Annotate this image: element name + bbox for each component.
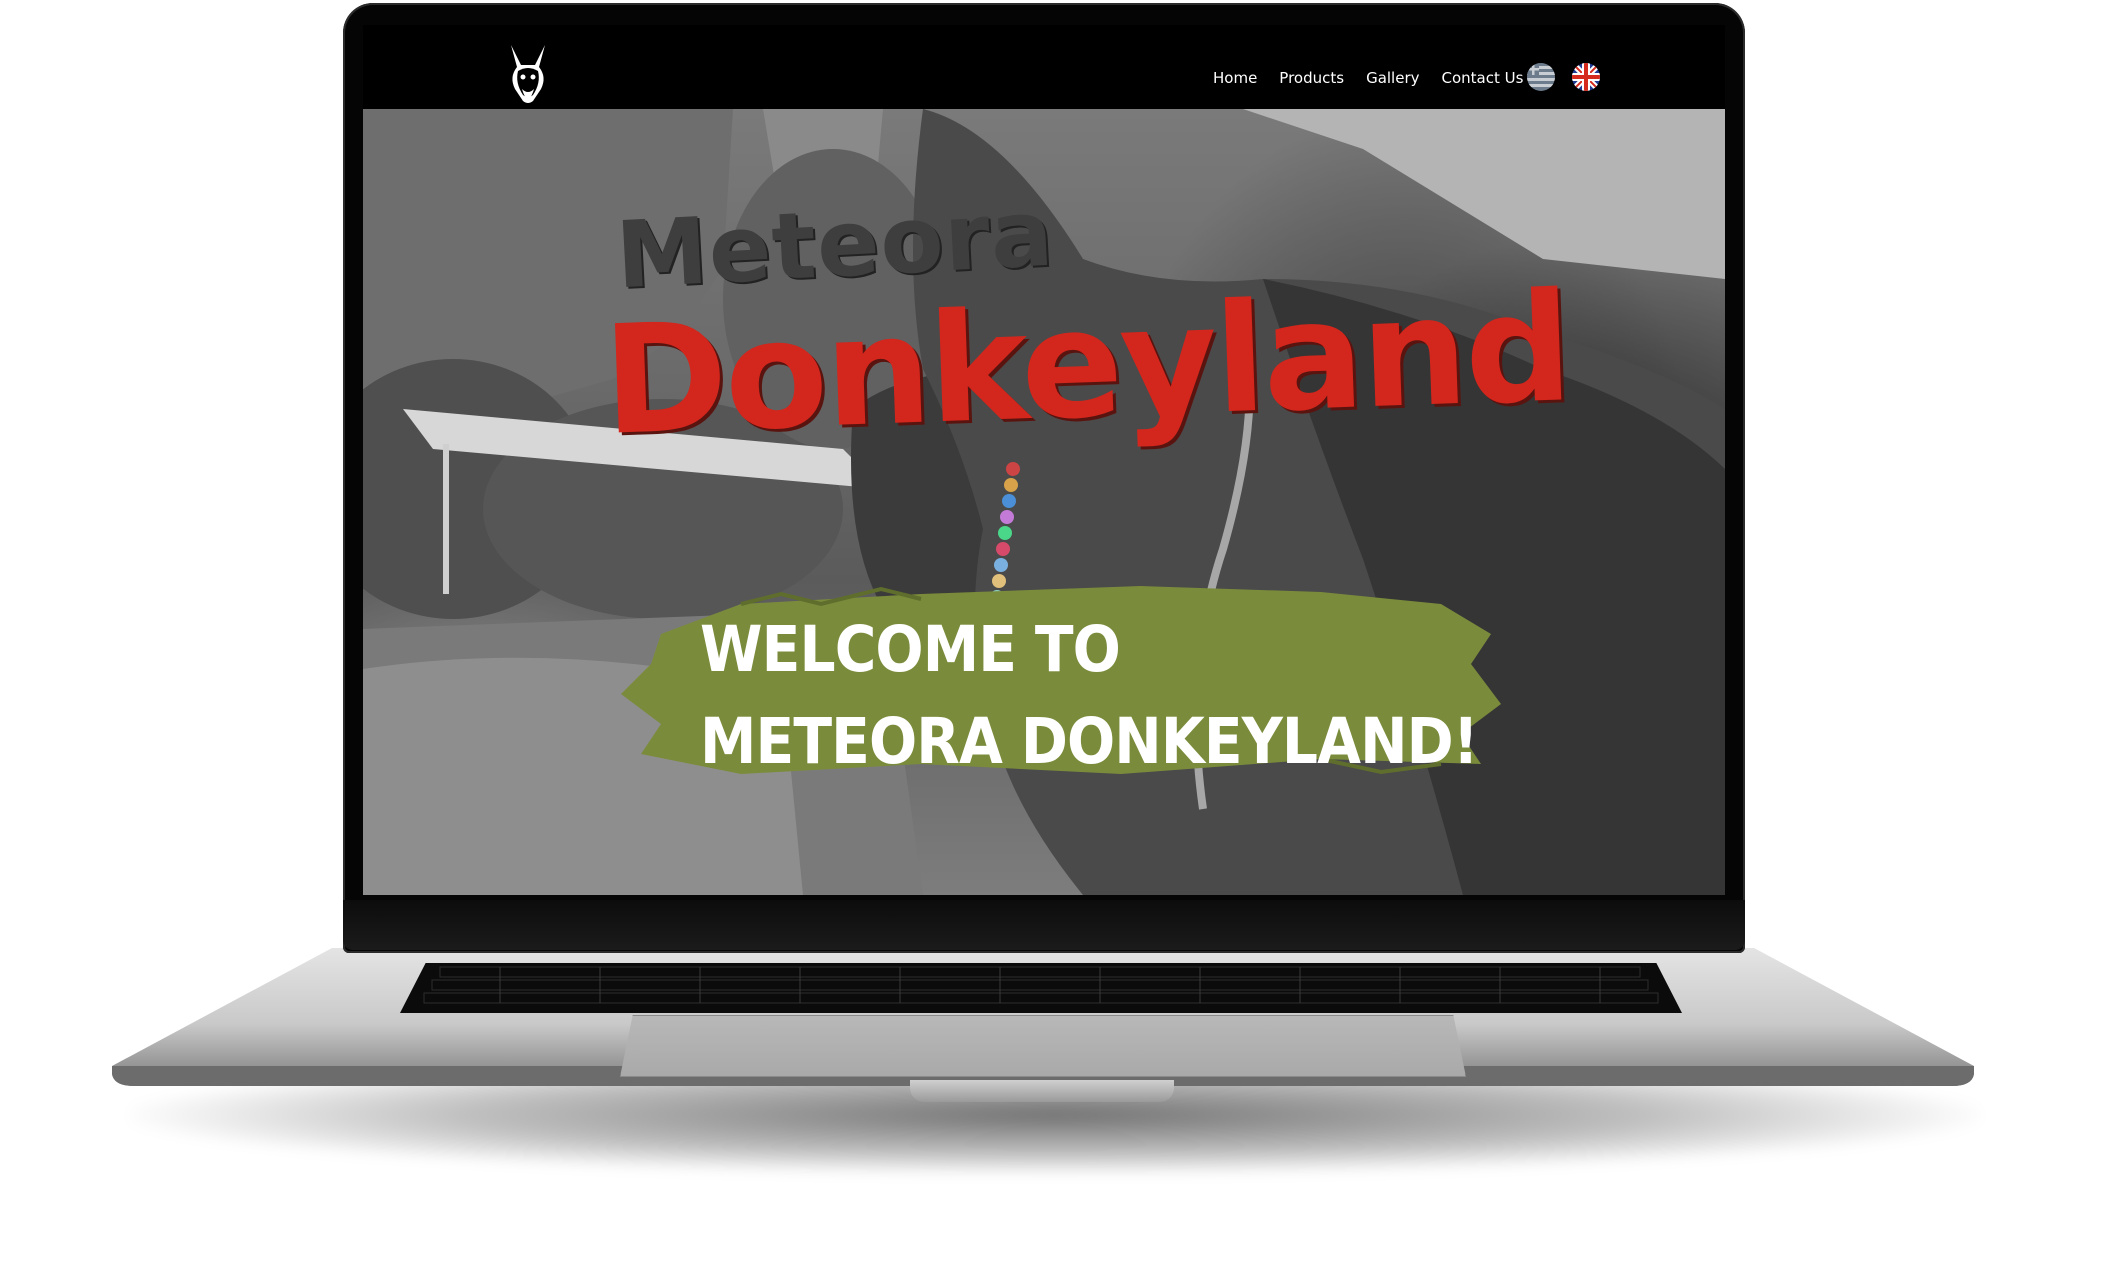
- welcome-heading: WELCOME TO METEORA DONKEYLAND!: [700, 604, 1479, 788]
- nav-contact-us[interactable]: Contact Us: [1442, 69, 1524, 87]
- donkey-logo-icon[interactable]: [503, 43, 553, 105]
- greek-flag-icon[interactable]: [1527, 63, 1555, 91]
- keyboard: [400, 963, 1682, 1013]
- hero-section: Meteora Donkeyland WELCOME TO METEORA DO…: [363, 109, 1725, 895]
- welcome-line-2: METEORA DONKEYLAND!: [700, 705, 1479, 778]
- site-navbar: Home Products Gallery Contact Us: [363, 25, 1725, 109]
- logo-title-donkeyland-text: Donkeyland: [600, 261, 1573, 469]
- trackpad: [620, 1015, 1466, 1077]
- uk-flag-icon[interactable]: [1572, 63, 1600, 91]
- nav-products[interactable]: Products: [1279, 69, 1344, 87]
- nav-home[interactable]: Home: [1213, 69, 1257, 87]
- laptop-bezel-bottom: [343, 900, 1745, 950]
- lid-opening-notch: [910, 1080, 1174, 1102]
- welcome-line-1: WELCOME TO: [700, 613, 1121, 686]
- logo-title-donkeyland: Donkeyland: [600, 261, 1572, 469]
- browser-screen: Home Products Gallery Contact Us Meteora…: [363, 25, 1725, 895]
- nav-menu: Home Products Gallery Contact Us: [1213, 69, 1523, 87]
- laptop-mockup: Home Products Gallery Contact Us Meteora…: [0, 0, 2107, 1264]
- nav-gallery[interactable]: Gallery: [1366, 69, 1419, 87]
